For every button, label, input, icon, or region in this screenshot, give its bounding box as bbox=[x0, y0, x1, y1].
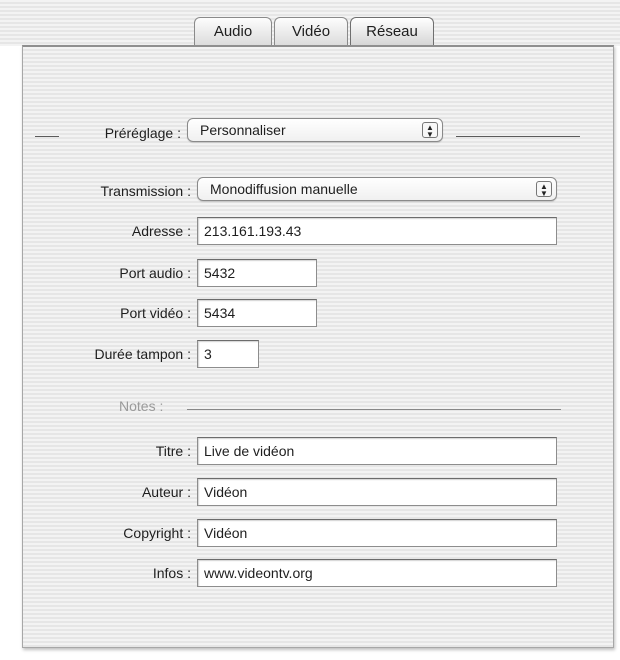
preset-line-right bbox=[456, 136, 580, 137]
author-input[interactable]: Vidéon bbox=[197, 478, 557, 506]
audio-port-label: Port audio : bbox=[119, 265, 191, 281]
buffer-label: Durée tampon : bbox=[94, 346, 192, 362]
info-input[interactable]: www.videontv.org bbox=[197, 559, 557, 587]
tab-audio[interactable]: Audio bbox=[194, 17, 272, 45]
notes-label: Notes : bbox=[119, 398, 164, 414]
preset-popup[interactable]: Personnaliser ▲ ▼ bbox=[187, 118, 443, 142]
transmission-value: Monodiffusion manuelle bbox=[210, 181, 358, 197]
title-input[interactable]: Live de vidéon bbox=[197, 437, 557, 465]
video-port-input[interactable]: 5434 bbox=[197, 299, 317, 327]
audio-port-input[interactable]: 5432 bbox=[197, 259, 317, 287]
transmission-label: Transmission : bbox=[100, 183, 191, 199]
transmission-popup[interactable]: Monodiffusion manuelle ▲ ▼ bbox=[197, 177, 557, 201]
preset-label: Préréglage : bbox=[104, 125, 181, 141]
notes-divider bbox=[187, 409, 561, 410]
info-label: Infos : bbox=[152, 565, 191, 581]
address-label: Adresse : bbox=[131, 223, 191, 239]
tab-reseau[interactable]: Réseau bbox=[350, 17, 434, 45]
copyright-label: Copyright : bbox=[123, 525, 191, 541]
up-down-arrows-icon: ▲ ▼ bbox=[536, 181, 552, 198]
tab-bar: Audio Vidéo Réseau bbox=[194, 17, 436, 45]
address-input[interactable]: 213.161.193.43 bbox=[197, 217, 557, 245]
copyright-input[interactable]: Vidéon bbox=[197, 519, 557, 547]
video-port-label: Port vidéo : bbox=[120, 305, 191, 321]
buffer-input[interactable]: 3 bbox=[197, 340, 259, 368]
network-settings-panel: Préréglage : Personnaliser ▲ ▼ Transmissi… bbox=[22, 45, 614, 648]
author-label: Auteur : bbox=[141, 484, 191, 500]
preset-value: Personnaliser bbox=[200, 122, 286, 138]
tab-video[interactable]: Vidéo bbox=[274, 17, 348, 45]
preset-line-left bbox=[35, 136, 59, 137]
title-label: Titre : bbox=[155, 443, 191, 459]
up-down-arrows-icon: ▲ ▼ bbox=[422, 122, 438, 139]
